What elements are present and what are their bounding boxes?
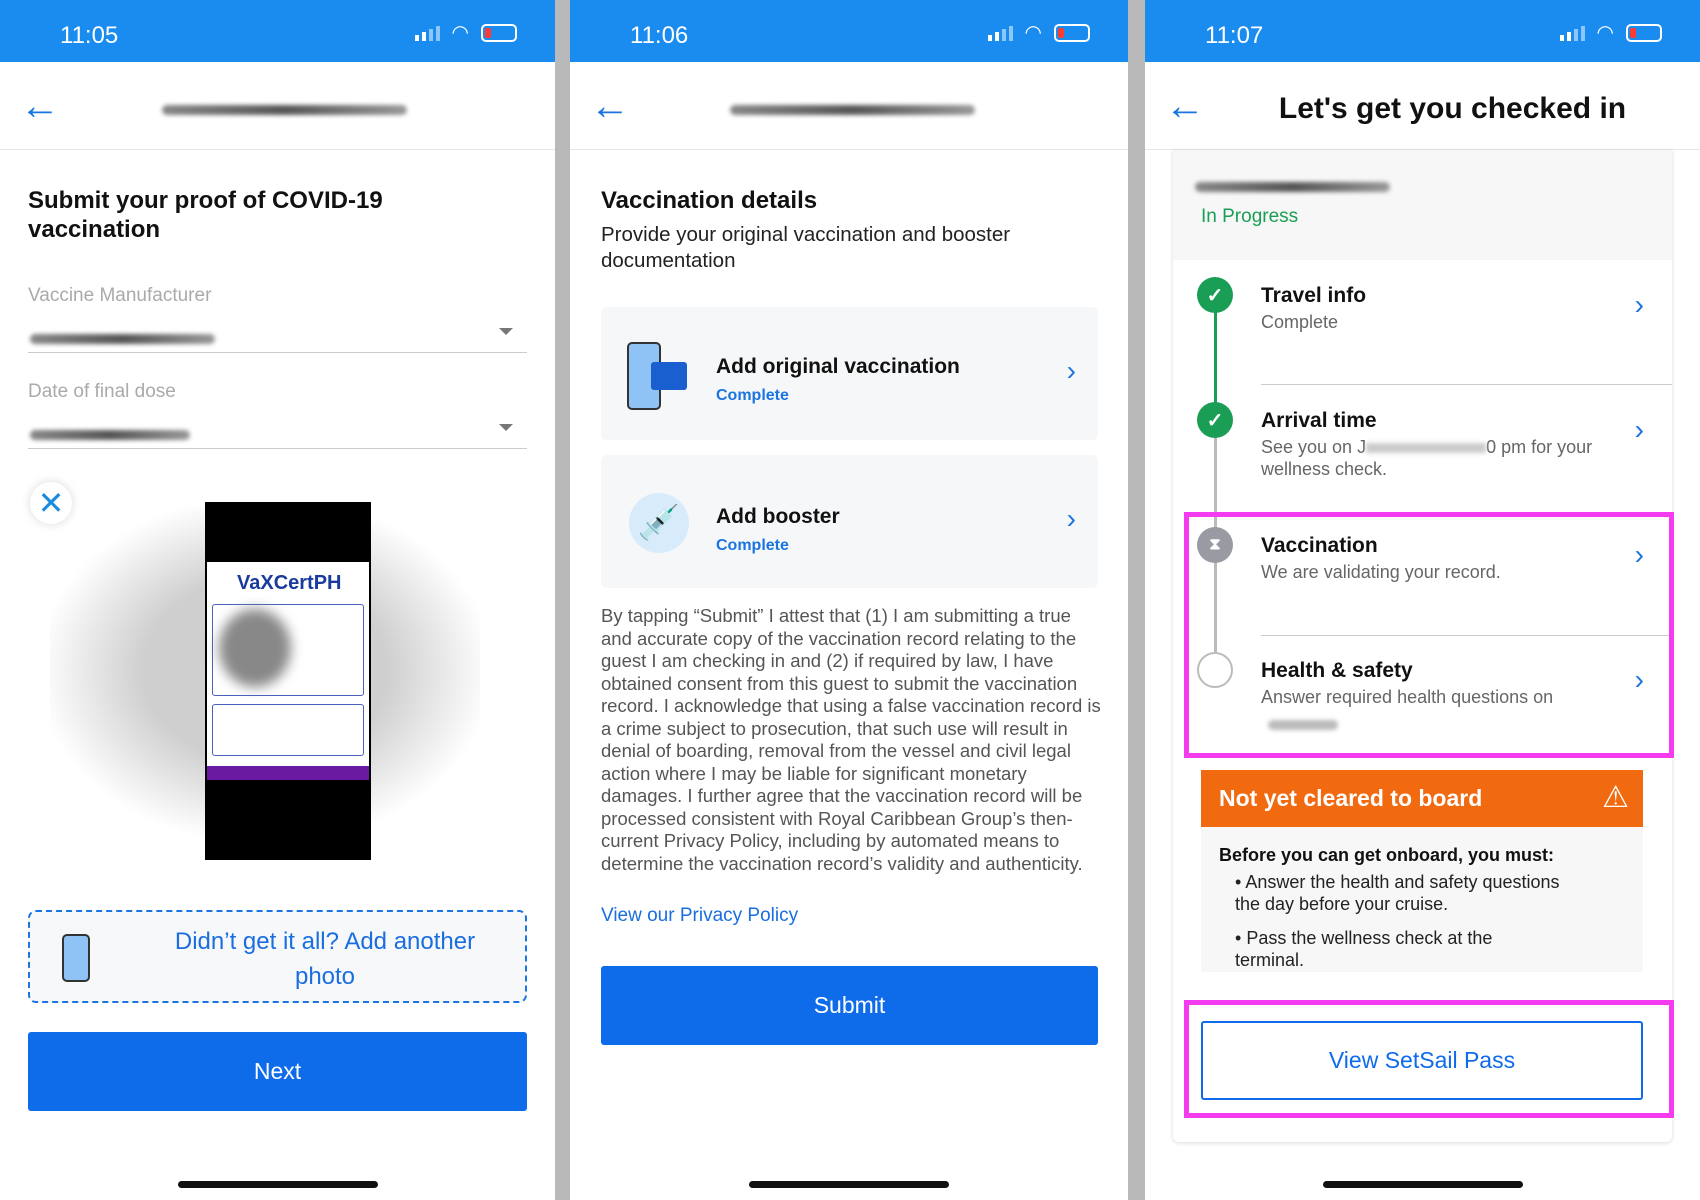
- page-title: Vaccination details: [601, 187, 818, 214]
- privacy-policy-link[interactable]: View our Privacy Policy: [601, 905, 798, 927]
- wifi-icon: ◠: [1596, 22, 1614, 44]
- screen-vaccination-details: 11:06 ◠ ← Vaccination details Provide yo…: [570, 0, 1128, 1200]
- check-icon: ✓: [1197, 277, 1233, 313]
- page-title: Submit your proof of COVID-19 vaccinatio…: [28, 187, 383, 243]
- redacted-title: [162, 105, 407, 115]
- status-bar: 11:05 ◠: [0, 0, 555, 62]
- status-complete: Complete: [716, 537, 789, 554]
- nav-header: ←: [0, 62, 555, 150]
- back-arrow-icon[interactable]: ←: [590, 86, 630, 126]
- chevron-right-icon: ›: [1066, 355, 1076, 386]
- close-icon[interactable]: ✕: [30, 482, 72, 524]
- chevron-down-icon: [499, 424, 513, 431]
- progress-status: In Progress: [1201, 206, 1299, 227]
- requirement-item: • Pass the wellness check at the termina…: [1235, 928, 1493, 970]
- wifi-icon: ◠: [1024, 22, 1042, 44]
- add-photo-button[interactable]: Didn’t get it all? Add another photo: [28, 910, 527, 1003]
- redacted-title: [730, 105, 975, 115]
- status-bar: 11:06 ◠: [570, 0, 1128, 62]
- status-time: 11:06: [630, 22, 689, 49]
- back-arrow-icon[interactable]: ←: [20, 86, 60, 126]
- highlight-box: [1184, 512, 1674, 758]
- phone-card-icon: [62, 934, 90, 982]
- battery-charging-icon: [1626, 24, 1662, 42]
- battery-icon: [481, 24, 517, 42]
- battery-icon: [1054, 24, 1090, 42]
- requirements-box: Before you can get onboard, you must: • …: [1201, 827, 1643, 972]
- status-complete: Complete: [716, 387, 789, 404]
- back-arrow-icon[interactable]: ←: [1165, 86, 1205, 126]
- certificate-logo: VaXCertPH: [237, 572, 342, 594]
- chevron-right-icon: ›: [1066, 503, 1076, 534]
- nav-header: ←: [570, 62, 1128, 150]
- signal-icon: [987, 25, 1013, 41]
- page-subtitle: Provide your original vaccination and bo…: [601, 223, 1011, 272]
- home-indicator: [749, 1181, 949, 1188]
- highlight-box: [1184, 1000, 1674, 1118]
- chevron-right-icon: ›: [1634, 414, 1644, 445]
- add-original-vaccination-card[interactable]: Add original vaccination Complete ›: [601, 307, 1098, 440]
- submit-button[interactable]: Submit: [601, 966, 1098, 1045]
- signal-icon: [1559, 25, 1585, 41]
- syringe-icon: 💉: [629, 493, 689, 553]
- manufacturer-dropdown[interactable]: [28, 300, 527, 352]
- status-bar: 11:07 ◠: [1145, 0, 1700, 62]
- attestation-text: By tapping “Submit” I attest that (1) I …: [601, 605, 1101, 874]
- step-arrival-time[interactable]: ✓ Arrival time See you on J0 pm for your…: [1173, 400, 1672, 525]
- screen-check-in: 11:07 ◠ ← Let's get you checked in In Pr…: [1145, 0, 1700, 1200]
- not-cleared-banner: Not yet cleared to board ⚠: [1201, 770, 1643, 827]
- home-indicator: [178, 1181, 378, 1188]
- certificate-photo: VaXCertPH: [205, 502, 371, 860]
- add-booster-card[interactable]: 💉 Add booster Complete ›: [601, 455, 1098, 588]
- status-time: 11:07: [1205, 22, 1264, 49]
- requirement-item: • Answer the health and safety questions…: [1235, 872, 1560, 914]
- page-title: Let's get you checked in: [1278, 92, 1627, 125]
- nav-header: ← Let's get you checked in: [1145, 62, 1700, 150]
- date-dropdown[interactable]: [28, 396, 527, 448]
- signal-icon: [414, 25, 440, 41]
- check-icon: ✓: [1197, 402, 1233, 438]
- home-indicator: [1323, 1181, 1523, 1188]
- status-time: 11:05: [60, 22, 119, 49]
- next-button[interactable]: Next: [28, 1032, 527, 1111]
- warning-icon: ⚠: [1602, 781, 1629, 814]
- chevron-down-icon: [499, 328, 513, 335]
- screen-proof-upload: 11:05 ◠ ← Submit your proof of COVID-19 …: [0, 0, 555, 1200]
- step-travel-info[interactable]: ✓ Travel info Complete ›: [1173, 275, 1672, 400]
- chevron-right-icon: ›: [1634, 289, 1644, 320]
- wifi-icon: ◠: [451, 22, 469, 44]
